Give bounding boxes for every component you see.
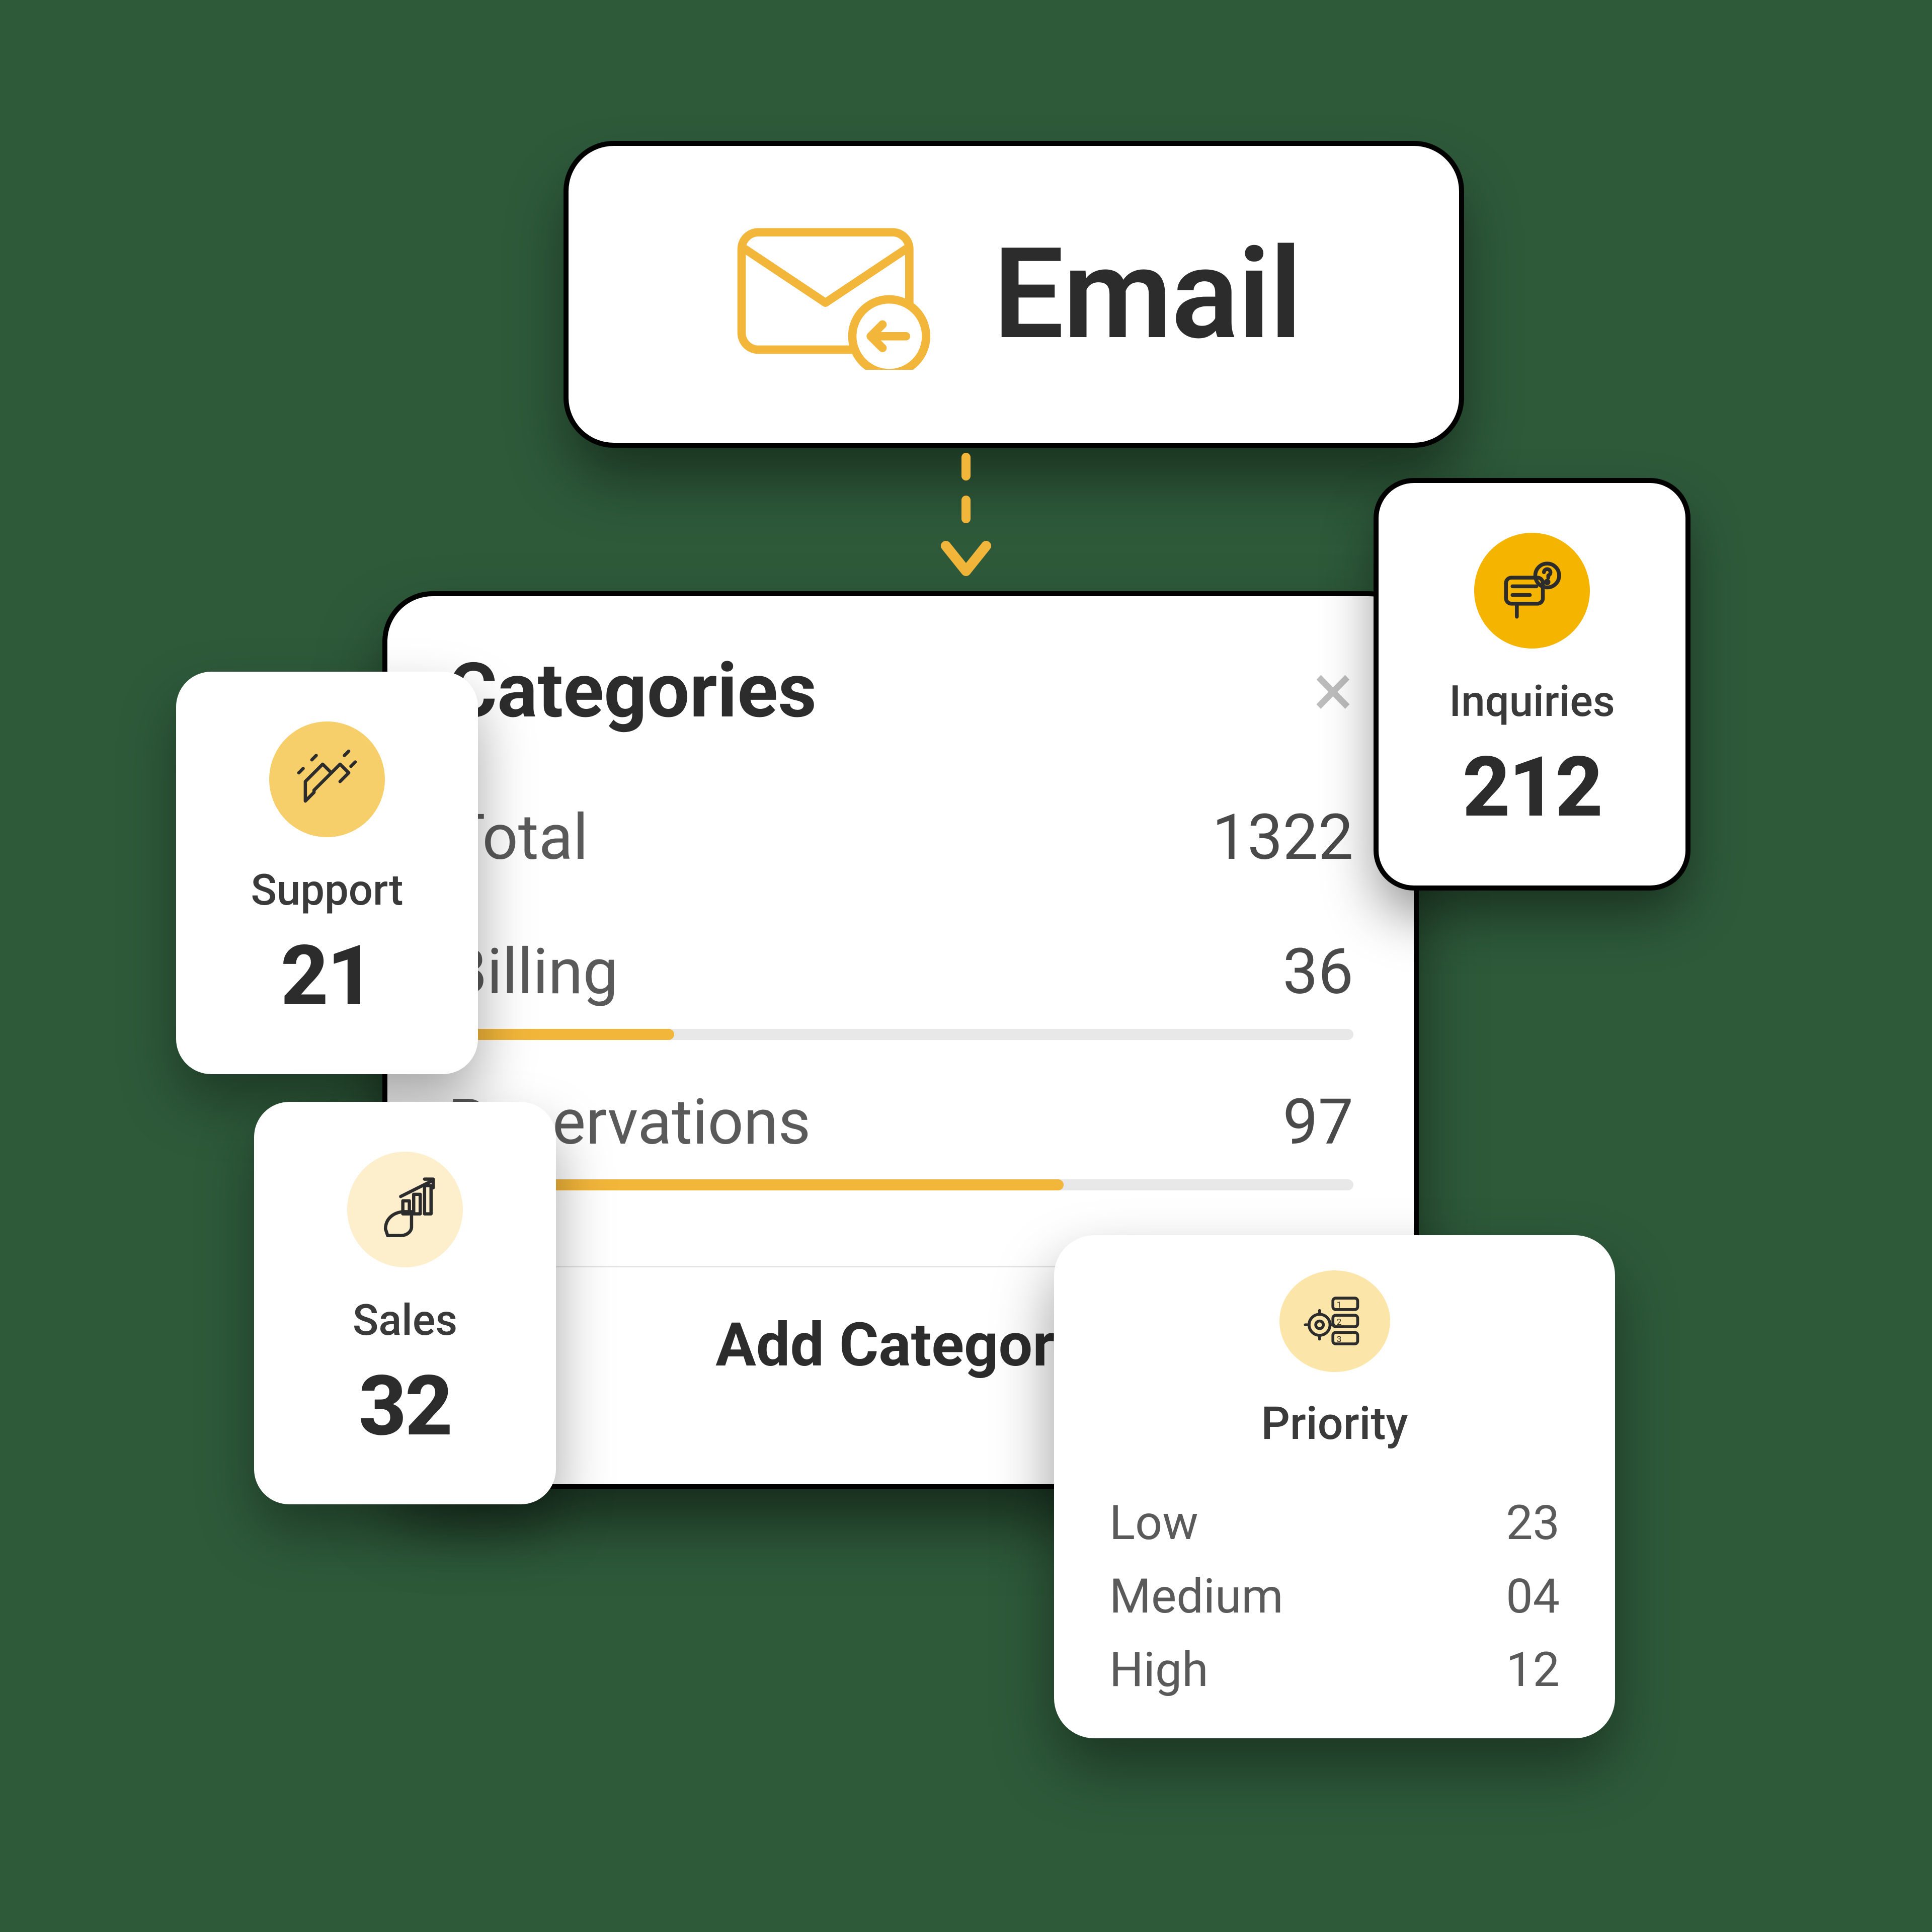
priority-card[interactable]: 1 2 3 Priority Low 23 Medium 04 High 12: [1054, 1235, 1615, 1738]
progress-bar: [448, 1029, 1353, 1040]
support-card[interactable]: Support 21: [176, 672, 478, 1074]
total-value: 1322: [1212, 800, 1353, 874]
inquiries-icon: [1474, 533, 1590, 649]
priority-value: 12: [1506, 1642, 1560, 1698]
inquiries-card[interactable]: Inquiries 212: [1379, 483, 1685, 886]
support-icon: [269, 721, 385, 837]
category-value: 97: [1282, 1085, 1353, 1159]
priority-title: Priority: [1261, 1397, 1408, 1450]
svg-text:1: 1: [1336, 1300, 1341, 1310]
priority-icon: 1 2 3: [1279, 1270, 1390, 1372]
card-value: 32: [359, 1358, 451, 1455]
category-row[interactable]: Billing 36: [448, 935, 1353, 1040]
priority-value: 04: [1506, 1569, 1560, 1625]
priority-label: High: [1109, 1642, 1209, 1698]
connector-arrow-icon: [948, 453, 984, 584]
priority-row: High 12: [1109, 1642, 1560, 1698]
card-label: Support: [251, 865, 404, 915]
category-value: 36: [1282, 935, 1353, 1009]
email-label: Email: [993, 221, 1301, 368]
priority-row: Medium 04: [1109, 1569, 1560, 1625]
total-row: Total 1322: [448, 800, 1353, 874]
priority-row: Low 23: [1109, 1495, 1560, 1551]
priority-value: 23: [1506, 1495, 1560, 1551]
card-label: Sales: [353, 1295, 457, 1345]
panel-title: Categories: [448, 647, 817, 735]
priority-label: Low: [1109, 1495, 1198, 1551]
sales-card[interactable]: Sales 32: [254, 1102, 556, 1504]
card-label: Inquiries: [1449, 676, 1615, 727]
svg-text:3: 3: [1336, 1335, 1341, 1345]
svg-text:2: 2: [1336, 1318, 1341, 1328]
card-value: 21: [281, 928, 373, 1025]
close-icon[interactable]: ×: [1313, 653, 1353, 729]
priority-label: Medium: [1109, 1569, 1283, 1625]
card-value: 212: [1463, 739, 1601, 836]
email-reply-icon: [727, 219, 938, 370]
sales-icon: [347, 1152, 463, 1267]
email-card: Email: [569, 146, 1459, 443]
progress-bar: [448, 1179, 1353, 1190]
category-row[interactable]: Reservations 97: [448, 1085, 1353, 1190]
